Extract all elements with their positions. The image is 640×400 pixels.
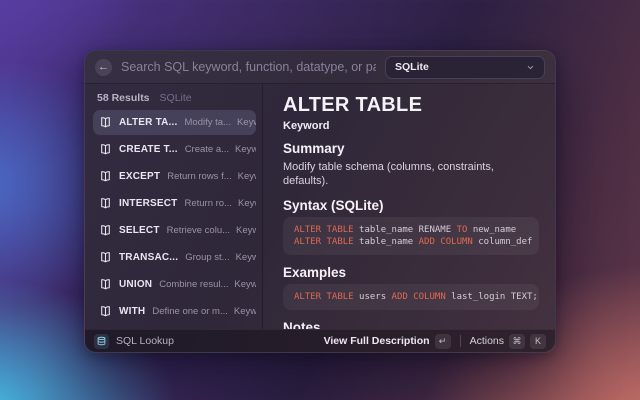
results-panel: 58 Results SQLite ALTER TA... Modify ta.…: [85, 84, 263, 329]
result-tag: Keywo...: [232, 171, 256, 182]
result-title: EXCEPT: [119, 171, 160, 182]
command-key-badge: ⌘: [509, 334, 525, 349]
result-subtitle: Retrieve colu...: [167, 225, 230, 236]
arrow-left-icon: ←: [98, 62, 109, 73]
result-subtitle: Return rows f...: [167, 171, 231, 182]
result-subtitle: Modify ta...: [185, 117, 231, 128]
book-open-icon: [99, 305, 112, 318]
result-list[interactable]: ALTER TA... Modify ta... Keywo... CREATE…: [93, 110, 256, 329]
result-tag: Keywo...: [230, 252, 256, 263]
result-subtitle: Create a...: [185, 144, 229, 155]
detail-title: ALTER TABLE: [283, 94, 539, 117]
result-item-transaction[interactable]: TRANSAC... Group st... Keywo...: [93, 245, 256, 270]
book-open-icon: [99, 116, 112, 129]
engine-dropdown-label: SQLite: [395, 61, 429, 73]
result-subtitle: Define one or m...: [152, 306, 228, 317]
result-tag: Keywo...: [228, 279, 256, 290]
results-count: 58 Results: [97, 92, 150, 104]
enter-key-badge: ↵: [435, 334, 451, 349]
result-tag: Keywo...: [232, 198, 256, 209]
result-title: TRANSAC...: [119, 252, 178, 263]
book-open-icon: [99, 224, 112, 237]
syntax-code-block: ALTER TABLE table_name RENAME TO new_nam…: [283, 217, 539, 255]
chevron-down-icon: [526, 63, 535, 72]
detail-kind-badge: Keyword: [283, 120, 539, 133]
detail-panel[interactable]: ALTER TABLE Keyword Summary Modify table…: [263, 84, 555, 329]
result-item-union[interactable]: UNION Combine resul... Keywo...: [93, 272, 256, 297]
engine-dropdown[interactable]: SQLite: [385, 56, 545, 79]
result-title: ALTER TA...: [119, 117, 178, 128]
search-bar: ← SQLite: [85, 51, 555, 84]
back-button[interactable]: ←: [95, 59, 112, 76]
result-title: INTERSECT: [119, 198, 177, 209]
syntax-heading: Syntax (SQLite): [283, 198, 539, 213]
examples-heading: Examples: [283, 265, 539, 280]
k-key-badge: K: [530, 334, 546, 349]
result-subtitle: Combine resul...: [159, 279, 228, 290]
summary-text: Modify table schema (columns, constraint…: [283, 160, 539, 188]
result-subtitle: Return ro...: [184, 198, 232, 209]
book-open-icon: [99, 170, 112, 183]
book-open-icon: [99, 197, 112, 210]
sql-lookup-window: ← SQLite 58 Results SQLite ALTER TA... M…: [84, 50, 556, 353]
view-full-description-button[interactable]: View Full Description ↵: [324, 334, 451, 349]
app-chip[interactable]: SQL Lookup: [94, 334, 174, 349]
app-name: SQL Lookup: [116, 335, 174, 347]
book-open-icon: [99, 143, 112, 156]
footer-divider: [460, 335, 461, 347]
result-tag: Keywo...: [229, 144, 256, 155]
summary-heading: Summary: [283, 141, 539, 156]
actions-button[interactable]: Actions ⌘ K: [470, 334, 546, 349]
actions-label: Actions: [470, 335, 504, 347]
results-header: 58 Results SQLite: [93, 92, 256, 110]
result-item-alter-table[interactable]: ALTER TA... Modify ta... Keywo...: [93, 110, 256, 135]
footer-actions: View Full Description ↵ Actions ⌘ K: [324, 334, 546, 349]
view-full-description-label: View Full Description: [324, 335, 430, 347]
result-title: WITH: [119, 306, 145, 317]
result-title: UNION: [119, 279, 152, 290]
result-item-with[interactable]: WITH Define one or m... Keywo...: [93, 299, 256, 324]
result-item-intersect[interactable]: INTERSECT Return ro... Keywo...: [93, 191, 256, 216]
book-open-icon: [99, 251, 112, 264]
result-item-create-table[interactable]: CREATE T... Create a... Keywo...: [93, 137, 256, 162]
footer-bar: SQL Lookup View Full Description ↵ Actio…: [85, 329, 555, 352]
result-item-select[interactable]: SELECT Retrieve colu... Keywo...: [93, 218, 256, 243]
content-area: 58 Results SQLite ALTER TA... Modify ta.…: [85, 84, 555, 329]
result-tag: Keywo...: [228, 306, 256, 317]
results-scope: SQLite: [160, 92, 192, 104]
search-input[interactable]: [121, 60, 376, 74]
result-subtitle: Group st...: [185, 252, 229, 263]
result-item-except[interactable]: EXCEPT Return rows f... Keywo...: [93, 164, 256, 189]
database-icon: [94, 334, 109, 349]
result-title: SELECT: [119, 225, 160, 236]
result-tag: Keywo...: [230, 225, 256, 236]
result-tag: Keywo...: [231, 117, 256, 128]
example-code-block: ALTER TABLE users ADD COLUMN last_login …: [283, 284, 539, 310]
book-open-icon: [99, 278, 112, 291]
result-title: CREATE T...: [119, 144, 178, 155]
notes-heading: Notes: [283, 320, 539, 329]
